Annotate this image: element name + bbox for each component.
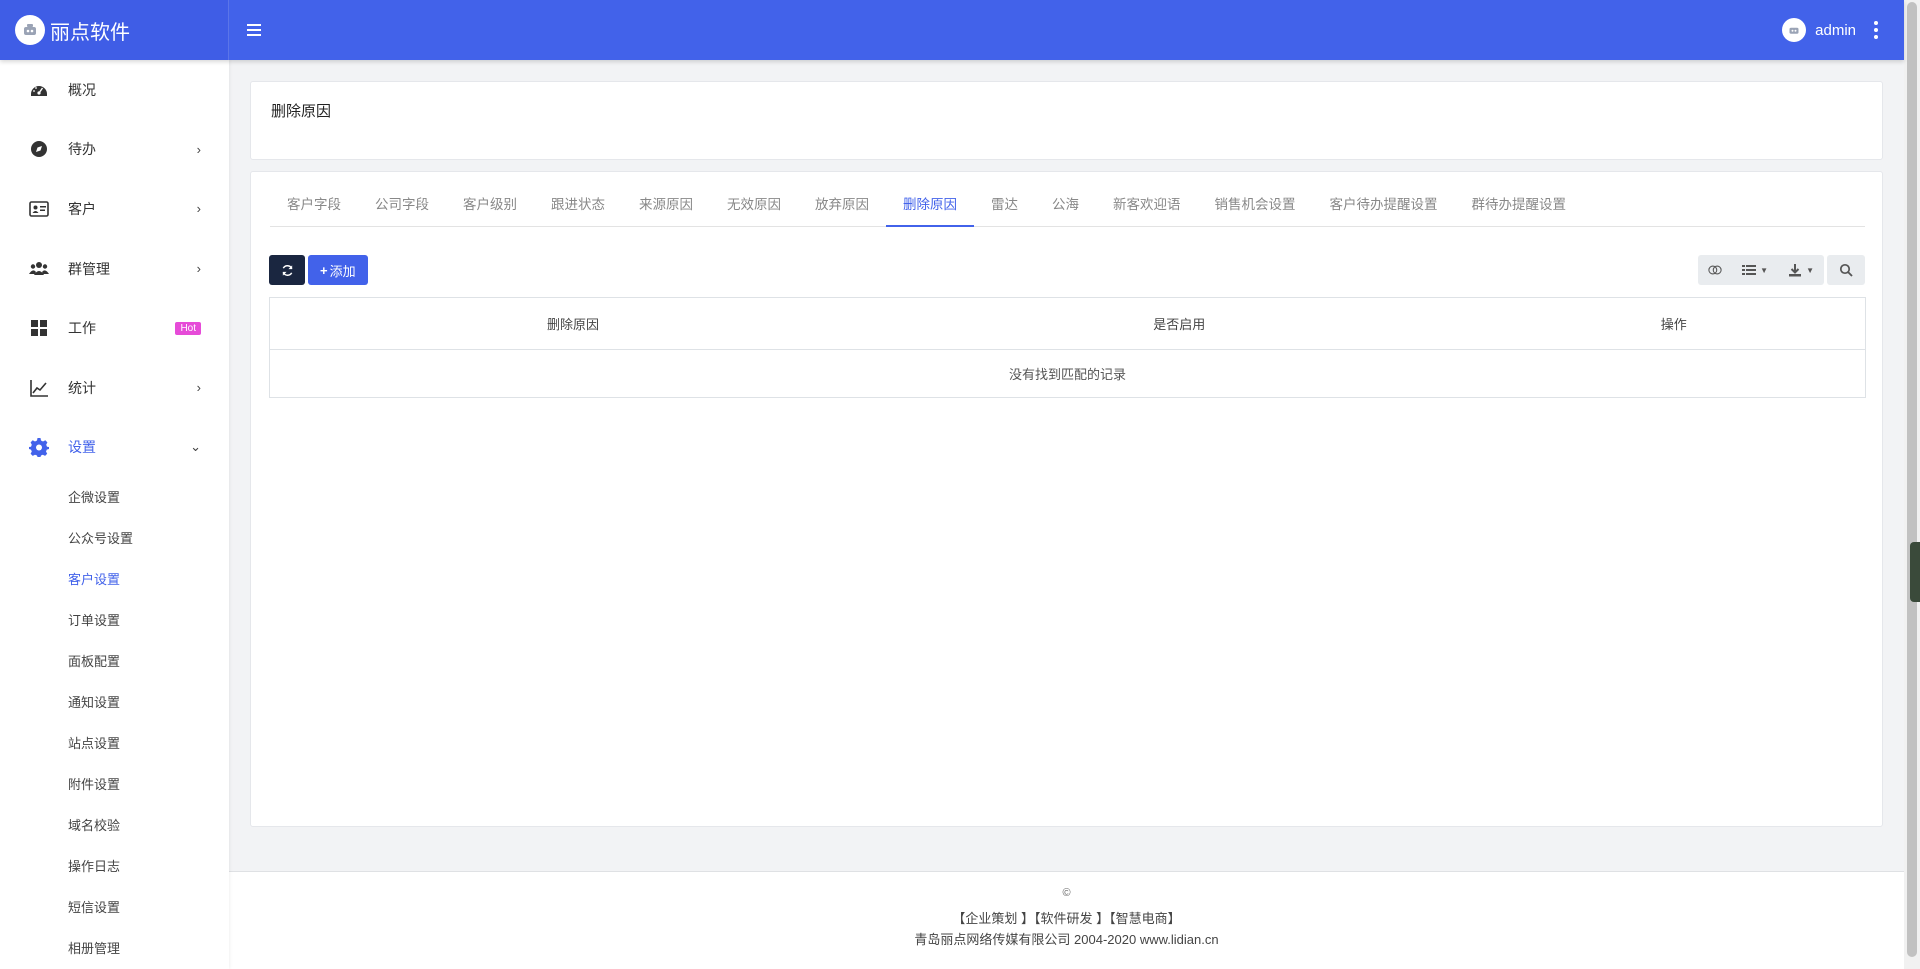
toggle-view-button[interactable]	[1698, 255, 1732, 285]
empty-table-message: 没有找到匹配的记录	[1008, 367, 1126, 382]
gear-icon	[28, 436, 50, 458]
table-toolbar-left: + 添加	[269, 255, 368, 285]
search-button[interactable]	[1827, 255, 1865, 285]
page-header-card: 删除原因	[250, 81, 1883, 160]
caret-down-icon: ▼	[1806, 265, 1814, 275]
sidebar-item-groups[interactable]: 群管理 ›	[0, 239, 229, 299]
sidebar-item-settings[interactable]: 设置 ⌄	[0, 418, 229, 478]
brand-name: 丽点软件	[50, 21, 130, 44]
sidebar-subitem[interactable]: 企微设置	[0, 477, 229, 518]
hamburger-menu-icon[interactable]	[247, 24, 261, 36]
sidebar-subitem[interactable]: 短信设置	[0, 887, 229, 928]
table-tools-group: ▼ ▼	[1698, 255, 1824, 285]
tab-abandon-reason[interactable]: 放弃原因	[798, 186, 886, 227]
toggle-icon	[1708, 265, 1722, 275]
tab-welcome-message[interactable]: 新客欢迎语	[1096, 186, 1198, 227]
chevron-right-icon: ›	[196, 261, 201, 277]
hot-badge: Hot	[175, 321, 201, 335]
sidebar-subitem[interactable]: 相册管理	[0, 928, 229, 969]
sidebar-subitem[interactable]: 订单设置	[0, 600, 229, 641]
export-dropdown-button[interactable]: ▼	[1778, 255, 1824, 285]
tab-invalid-reason[interactable]: 无效原因	[710, 186, 798, 227]
column-header-delete-reason[interactable]: 删除原因	[269, 297, 876, 350]
data-table: 删除原因 是否启用 操作 没有找到匹配的记录	[269, 297, 1866, 398]
avatar[interactable]	[1782, 18, 1807, 42]
side-panel-handle[interactable]	[1910, 542, 1920, 602]
sidebar-subitem[interactable]: 附件设置	[0, 764, 229, 805]
column-header-actions: 操作	[1482, 297, 1866, 350]
tab-group-todo-reminder[interactable]: 群待办提醒设置	[1455, 186, 1584, 227]
tab-customer-todo-reminder[interactable]: 客户待办提醒设置	[1313, 186, 1455, 227]
chevron-right-icon: ›	[196, 380, 201, 396]
tab-source-reason[interactable]: 来源原因	[622, 186, 710, 227]
caret-down-icon: ▼	[1760, 265, 1769, 275]
sidebar-item-todo[interactable]: 待办 ›	[0, 120, 229, 180]
sidebar-subitem[interactable]: 面板配置	[0, 641, 229, 682]
sidebar-subitem[interactable]: 站点设置	[0, 723, 229, 764]
sidebar-subitem[interactable]: 域名校验	[0, 805, 229, 846]
tab-delete-reason[interactable]: 删除原因	[886, 186, 974, 227]
sidebar-item-stats[interactable]: 统计 ›	[0, 358, 229, 418]
sidebar-item-overview[interactable]: 概况	[0, 60, 229, 120]
compass-icon	[28, 138, 50, 160]
chevron-right-icon: ›	[196, 141, 201, 157]
footer-links[interactable]: 【企业策划 】【软件研发 】【智慧电商】	[229, 908, 1904, 927]
id-card-icon	[28, 198, 50, 220]
dashboard-icon	[28, 79, 50, 101]
columns-dropdown-button[interactable]: ▼	[1732, 255, 1778, 285]
chevron-down-icon: ⌄	[190, 439, 201, 455]
tab-follow-status[interactable]: 跟进状态	[534, 186, 622, 227]
grid-icon	[28, 317, 50, 339]
vertical-scrollbar[interactable]	[1904, 0, 1920, 969]
content-card: 客户字段 公司字段 客户级别 跟进状态 来源原因 无效原因 放弃原因 删除原因 …	[250, 171, 1883, 827]
chevron-right-icon: ›	[196, 201, 201, 217]
tab-sales-opportunity[interactable]: 销售机会设置	[1198, 186, 1313, 227]
more-vertical-icon[interactable]	[1874, 21, 1878, 39]
sidebar-item-work[interactable]: 工作 Hot	[0, 298, 229, 358]
refresh-icon	[282, 264, 292, 276]
tab-radar[interactable]: 雷达	[974, 186, 1035, 227]
search-icon	[1839, 263, 1853, 277]
download-icon	[1789, 264, 1802, 277]
table-toolbar-right: ▼ ▼	[1698, 255, 1865, 285]
scrollbar-thumb[interactable]	[1907, 2, 1917, 957]
tab-customer-level[interactable]: 客户级别	[446, 186, 534, 227]
column-header-enabled[interactable]: 是否启用	[875, 297, 1483, 350]
sidebar-subitem-active[interactable]: 客户设置	[0, 559, 229, 600]
logo-icon	[15, 15, 45, 45]
tab-customer-fields[interactable]: 客户字段	[270, 186, 358, 227]
table-row: 没有找到匹配的记录	[270, 350, 1866, 398]
settings-submenu: 企微设置 公众号设置 客户设置 订单设置 面板配置 通知设置 站点设置 附件设置…	[0, 477, 229, 969]
page-title: 删除原因	[271, 103, 332, 120]
users-icon	[28, 258, 50, 280]
refresh-button[interactable]	[269, 255, 305, 285]
sidebar-subitem[interactable]: 操作日志	[0, 846, 229, 887]
main-content: 删除原因 客户字段 公司字段 客户级别 跟进状态 来源原因 无效原因 放弃原因 …	[229, 60, 1904, 969]
list-icon	[1742, 265, 1757, 275]
brand[interactable]: 丽点软件	[0, 0, 229, 60]
copyright: ©	[1062, 887, 1071, 899]
top-navbar: 丽点软件 admin	[0, 0, 1904, 60]
line-chart-icon	[28, 377, 50, 399]
sidebar: 概况 待办 › 客户 › 群管理 › 工作 Hot 统计 › 设置 ⌄ 企微设置…	[0, 60, 229, 969]
tab-public-pool[interactable]: 公海	[1035, 186, 1096, 227]
sidebar-subitem[interactable]: 公众号设置	[0, 518, 229, 559]
footer: © 【企业策划 】【软件研发 】【智慧电商】 青岛丽点网络传媒有限公司 2004…	[229, 871, 1904, 969]
tab-bar: 客户字段 公司字段 客户级别 跟进状态 来源原因 无效原因 放弃原因 删除原因 …	[270, 186, 1865, 227]
plus-icon: +	[320, 262, 328, 278]
tab-company-fields[interactable]: 公司字段	[358, 186, 446, 227]
sidebar-item-customers[interactable]: 客户 ›	[0, 179, 229, 239]
user-name[interactable]: admin	[1815, 22, 1856, 39]
sidebar-subitem[interactable]: 通知设置	[0, 682, 229, 723]
footer-company: 青岛丽点网络传媒有限公司 2004-2020 www.lidian.cn	[914, 932, 1219, 947]
add-button[interactable]: + 添加	[308, 255, 368, 285]
